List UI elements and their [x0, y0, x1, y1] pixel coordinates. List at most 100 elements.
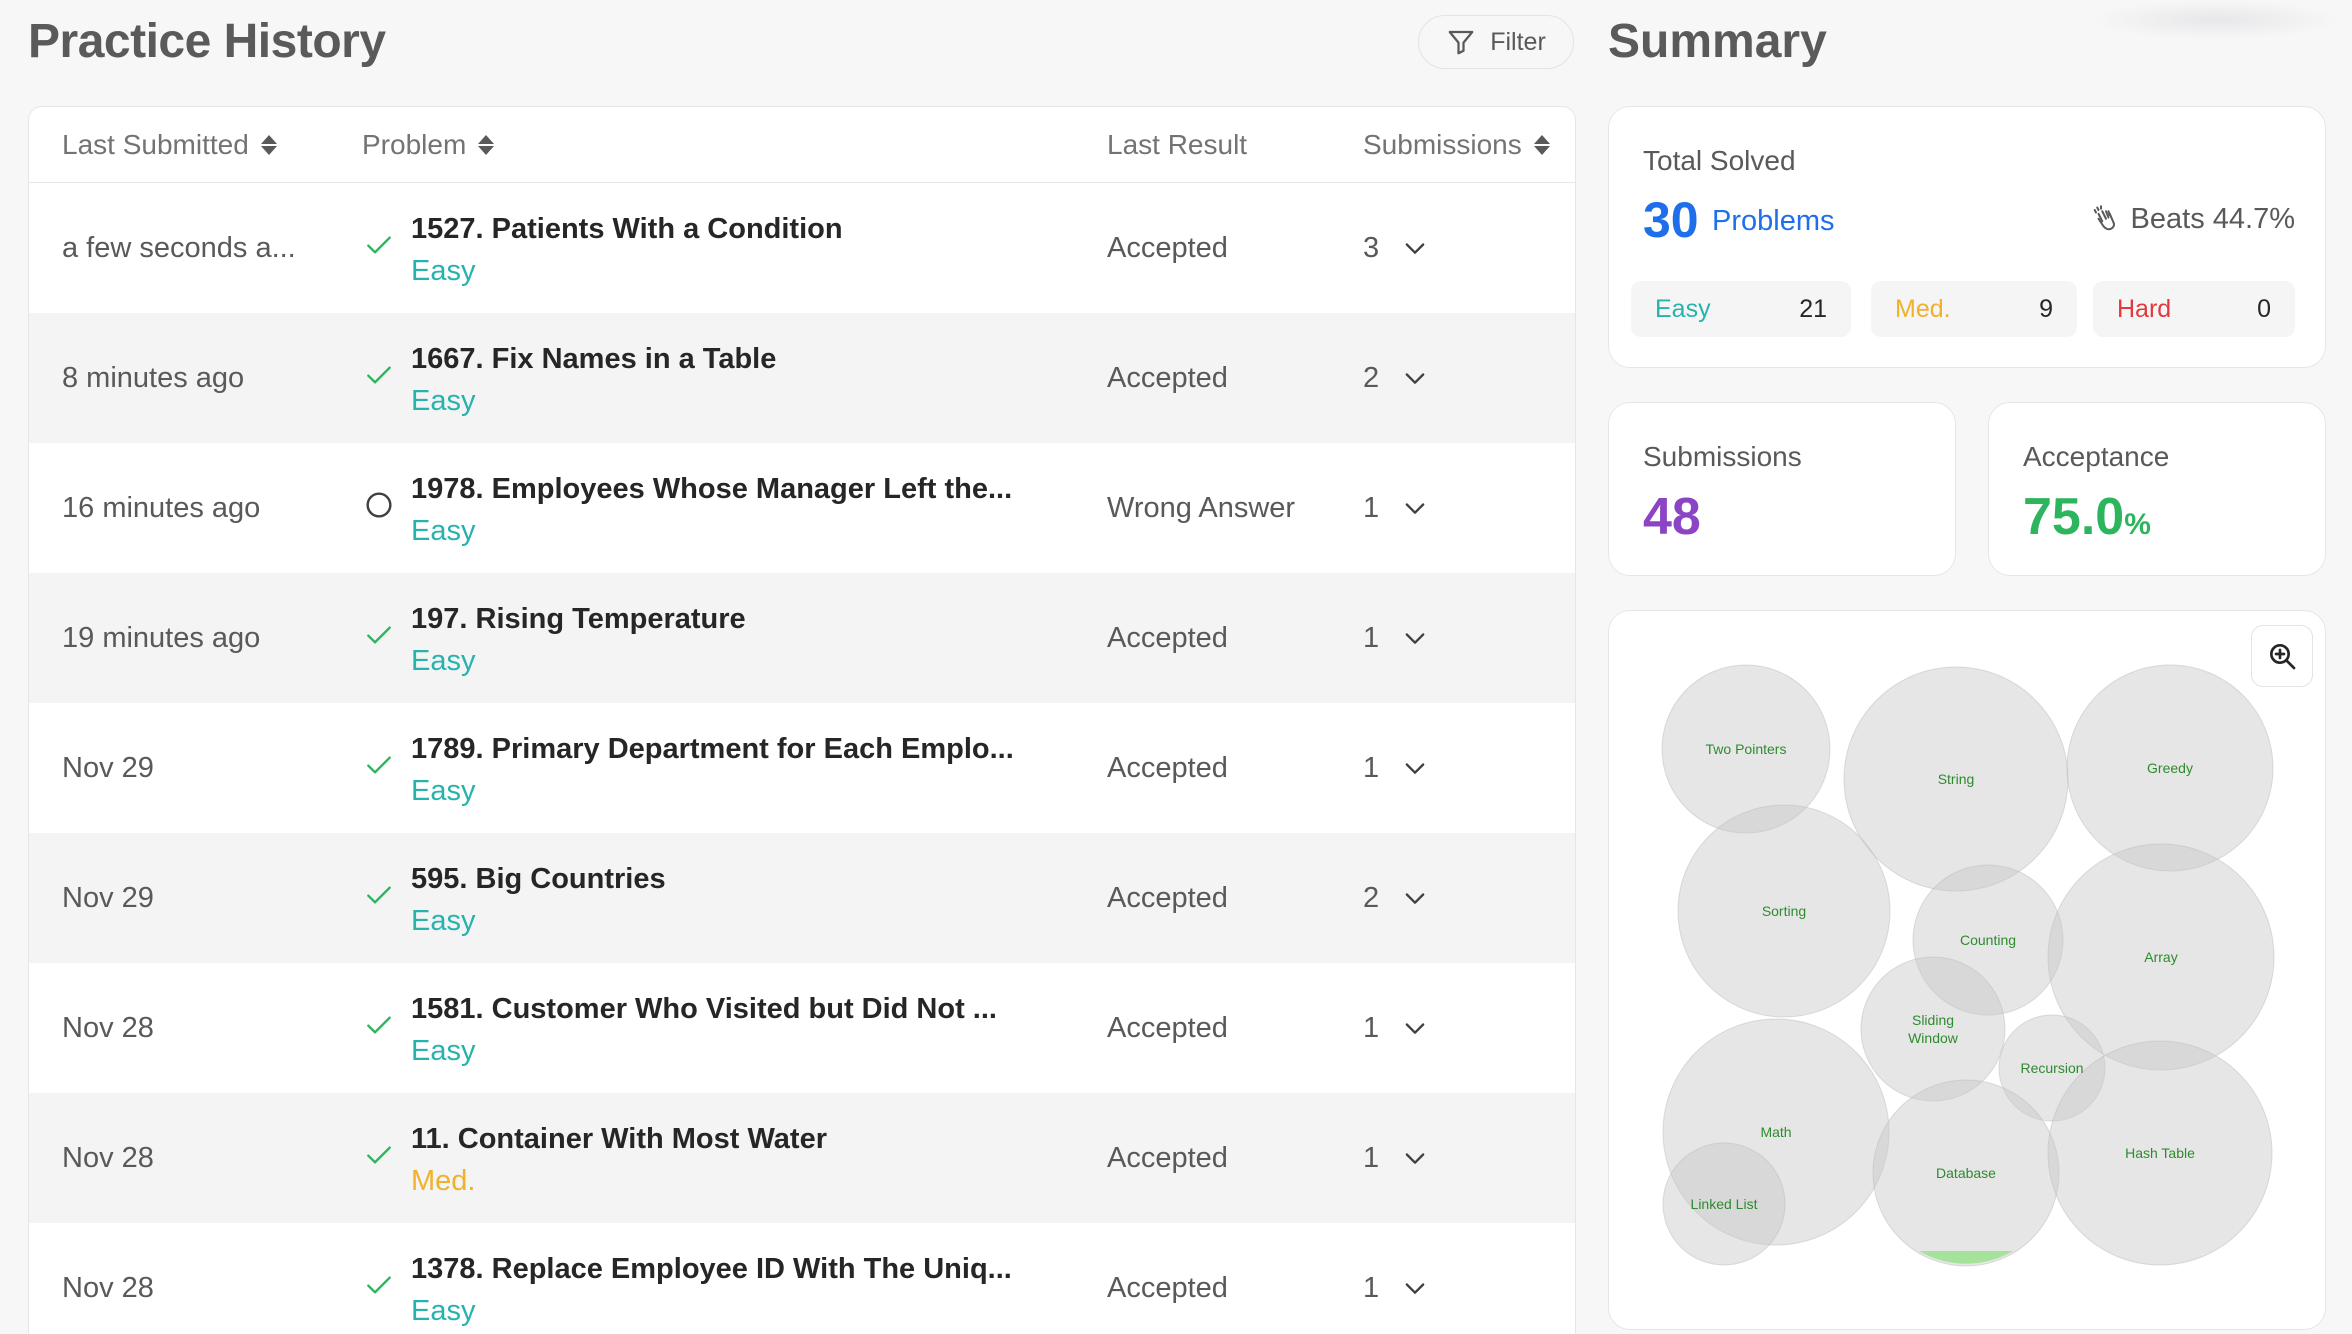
summary-title: Summary	[1608, 15, 1827, 68]
problem-title-link[interactable]: 1978. Employees Whose Manager Left the..…	[411, 473, 1012, 506]
problem-title-link[interactable]: 1527. Patients With a Condition	[411, 213, 843, 246]
beats-text: Beats 44.7%	[2130, 203, 2295, 235]
submissions-cell: 1	[1363, 1093, 1429, 1223]
zoom-in-icon	[2270, 644, 2296, 670]
problem-title-link[interactable]: 595. Big Countries	[411, 863, 666, 896]
check-icon	[367, 366, 391, 384]
table-row[interactable]: 19 minutes ago 197. Rising Temperature Eas…	[29, 573, 1575, 703]
problem-title-link[interactable]: 1581. Customer Who Visited but Did Not .…	[411, 993, 997, 1026]
last-submitted-cell: a few seconds a...	[62, 231, 296, 264]
problem-difficulty: Easy	[411, 775, 476, 807]
submissions-cell: 1	[1363, 963, 1429, 1093]
last-result-cell: Accepted	[1107, 751, 1228, 784]
submissions-count: 1	[1363, 1271, 1380, 1304]
submissions-cell: 3	[1363, 183, 1429, 313]
table-row[interactable]: Nov 28 11. Container With Most Water Med. A…	[29, 1093, 1575, 1223]
difficulty-chip-medium: Med. 9	[1871, 281, 2077, 337]
chevron-down-icon[interactable]	[1401, 234, 1429, 262]
table-row[interactable]: Nov 29 1789. Primary Department for Each …	[29, 703, 1575, 833]
problem-difficulty: Easy	[411, 385, 476, 417]
total-solved-card: Total Solved 30 Problems Beats 44.7% Eas…	[1608, 106, 2326, 368]
last-submitted-cell: Nov 28	[62, 1141, 154, 1174]
last-result-cell: Wrong Answer	[1107, 491, 1296, 524]
topic-label: Sliding	[1912, 1012, 1954, 1028]
check-icon	[367, 1016, 391, 1034]
chevron-down-icon[interactable]	[1401, 364, 1429, 392]
problem-title-link[interactable]: 1667. Fix Names in a Table	[411, 343, 776, 376]
chevron-down-icon[interactable]	[1401, 1014, 1429, 1042]
table-row[interactable]: Nov 28 1581. Customer Who Visited but Did…	[29, 963, 1575, 1093]
problem-difficulty: Easy	[411, 255, 476, 287]
last-result-cell: Accepted	[1107, 231, 1228, 264]
problem-title-link[interactable]: 1789. Primary Department for Each Emplo.…	[411, 733, 1014, 766]
topic-progress-fill	[1919, 1251, 2013, 1264]
filter-button[interactable]: Filter	[1418, 15, 1574, 69]
last-submitted-cell: 8 minutes ago	[62, 361, 245, 394]
table-row[interactable]: 16 minutes ago 1978. Employees Whose Mana…	[29, 443, 1575, 573]
last-result-cell: Accepted	[1107, 1011, 1228, 1044]
problem-title-link[interactable]: 11. Container With Most Water	[411, 1123, 827, 1156]
chip-label: Med.	[1895, 294, 1951, 323]
solved-count: 30	[1643, 192, 1699, 248]
last-result-cell: Accepted	[1107, 1141, 1228, 1174]
chevron-down-icon[interactable]	[1401, 494, 1429, 522]
topic-label: Counting	[1960, 932, 2016, 948]
submissions-value: 48	[1643, 488, 1701, 546]
chevron-down-icon[interactable]	[1401, 1274, 1429, 1302]
filter-icon	[1448, 30, 1474, 55]
column-label: Last Result	[1107, 129, 1248, 160]
zoom-in-button[interactable]	[2251, 625, 2313, 687]
submissions-count: 2	[1363, 361, 1380, 394]
difficulty-chip-easy: Easy 21	[1631, 281, 1851, 337]
chevron-down-icon[interactable]	[1401, 1144, 1429, 1172]
table-row[interactable]: 8 minutes ago 1667. Fix Names in a Table E…	[29, 313, 1575, 443]
topic-bubble[interactable]	[1860, 956, 2006, 1102]
problem-difficulty: Easy	[411, 645, 476, 677]
check-icon	[367, 1276, 391, 1294]
avatar[interactable]	[2090, 0, 2340, 40]
chip-count: 21	[1799, 294, 1827, 323]
chip-count: 0	[2257, 294, 2271, 323]
submissions-count: 1	[1363, 621, 1380, 654]
submissions-cell: 2	[1363, 833, 1429, 963]
check-icon	[367, 626, 391, 644]
topic-label: Recursion	[2020, 1060, 2083, 1076]
submissions-count: 1	[1363, 491, 1380, 524]
column-label: Problem	[362, 129, 467, 160]
last-result-cell: Accepted	[1107, 881, 1228, 914]
chip-label: Hard	[2117, 294, 2172, 323]
sort-icon	[478, 135, 495, 155]
topic-label: Linked List	[1691, 1196, 1758, 1212]
total-solved-label: Total Solved	[1643, 145, 1796, 176]
last-result-cell: Accepted	[1107, 621, 1228, 654]
chevron-down-icon[interactable]	[1401, 884, 1429, 912]
problem-difficulty: Easy	[411, 515, 476, 547]
column-problem[interactable]: Problem	[362, 107, 495, 183]
problem-title-link[interactable]: 1378. Replace Employee ID With The Uniq.…	[411, 1253, 1012, 1286]
column-last-result: Last Result	[1107, 107, 1247, 183]
submissions-count: 1	[1363, 751, 1380, 784]
table-header: Last Submitted Problem Last Result Submi…	[29, 107, 1575, 183]
difficulty-chip-hard: Hard 0	[2093, 281, 2295, 337]
clapping-hands-icon	[2093, 204, 2115, 230]
table-row[interactable]: a few seconds a... 1527. Patients With a …	[29, 183, 1575, 313]
table-row[interactable]: Nov 28 1378. Replace Employee ID With The…	[29, 1223, 1575, 1334]
submissions-cell: 1	[1363, 1223, 1429, 1334]
column-submissions[interactable]: Submissions	[1363, 107, 1550, 183]
last-submitted-cell: 16 minutes ago	[62, 491, 261, 524]
chip-label: Easy	[1655, 294, 1711, 323]
column-last-submitted[interactable]: Last Submitted	[62, 107, 277, 183]
acceptance-label: Acceptance	[2023, 441, 2170, 472]
submissions-count: 3	[1363, 231, 1380, 264]
column-label: Submissions	[1363, 129, 1522, 160]
problem-title-link[interactable]: 197. Rising Temperature	[411, 603, 746, 636]
acceptance-value-wrap: 75.0%	[2023, 487, 2151, 547]
solved-unit: Problems	[1712, 205, 1835, 237]
chevron-down-icon[interactable]	[1401, 624, 1429, 652]
filter-label: Filter	[1490, 27, 1546, 56]
topic-bubbles: Two Pointers String Greedy Sorting Counting A…	[1661, 664, 2275, 1267]
acceptance-value: 75.0	[2023, 488, 2125, 546]
table-row[interactable]: Nov 29 595. Big Countries Easy Accepted 2	[29, 833, 1575, 963]
chevron-down-icon[interactable]	[1401, 754, 1429, 782]
check-icon	[367, 886, 391, 904]
